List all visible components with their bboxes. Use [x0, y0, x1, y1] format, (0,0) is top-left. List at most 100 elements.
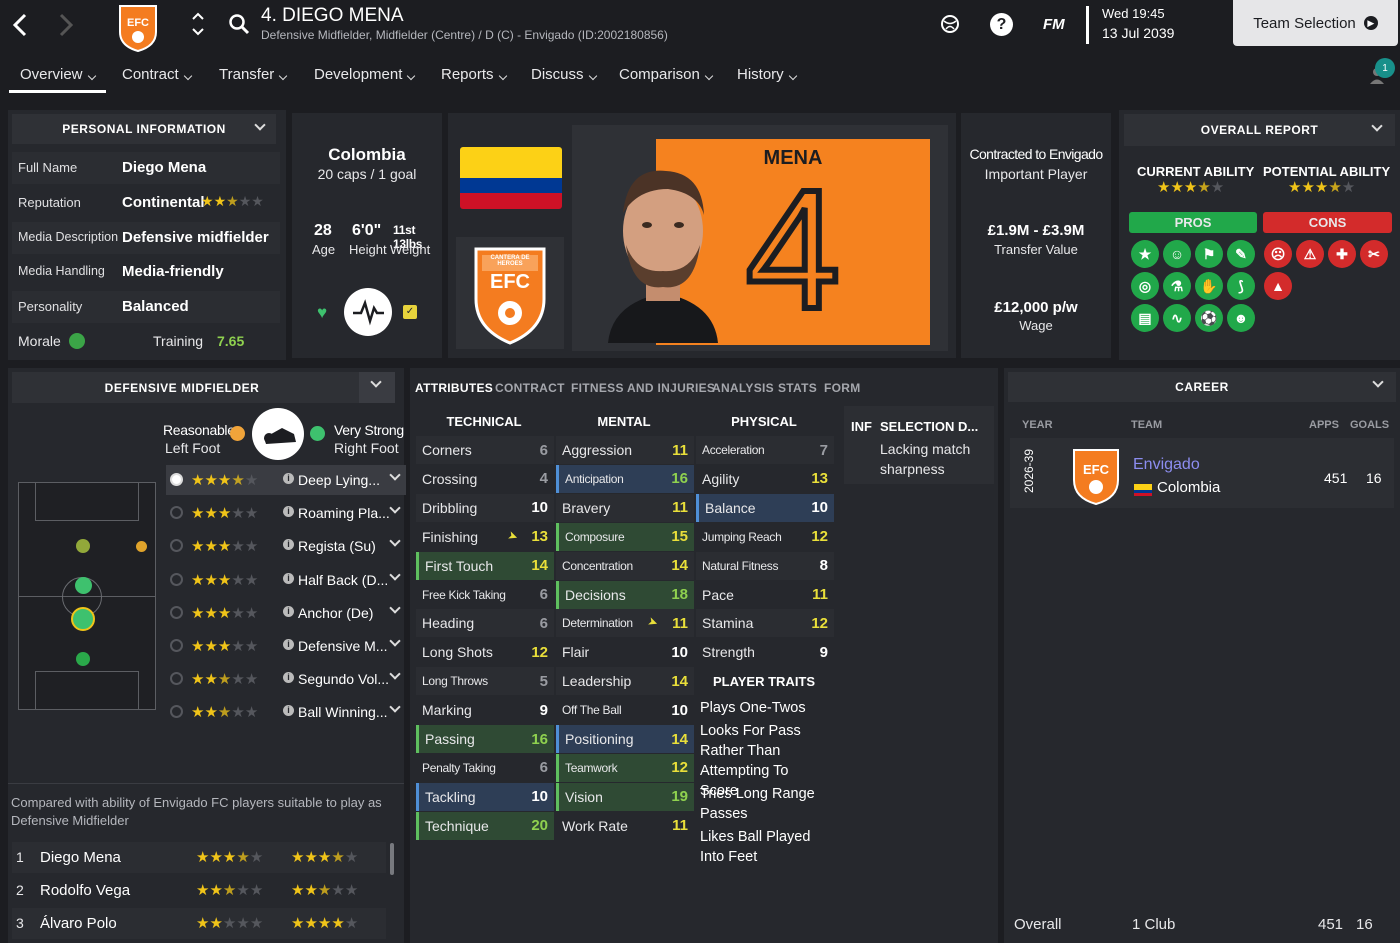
attribute-row[interactable]: Positioning 14 — [556, 725, 694, 753]
attribute-row[interactable]: Strength 9 — [696, 638, 834, 667]
attribute-row[interactable]: Tackling 10 — [416, 782, 554, 811]
shoe-icon[interactable]: ⚠ — [1296, 240, 1324, 268]
nav-tab-discuss[interactable]: Discuss — [531, 66, 597, 83]
info-icon[interactable]: i — [283, 473, 294, 484]
attribute-row[interactable]: Natural Fitness 8 — [696, 551, 834, 580]
head-icon[interactable]: ☻ — [1227, 304, 1255, 332]
nav-tab-history[interactable]: History — [737, 66, 797, 83]
flag-icon[interactable]: ⚑ — [1195, 240, 1223, 268]
role-row[interactable]: ★★★★★ i Roaming Pla... — [166, 498, 406, 528]
medical-cross-icon[interactable]: ✚ — [1328, 240, 1356, 268]
flask-icon[interactable]: ⚗ — [1163, 272, 1191, 300]
tab-attributes[interactable]: ATTRIBUTES — [415, 381, 493, 395]
team-selection-button[interactable]: Team Selection ▶ — [1233, 0, 1398, 46]
player-switch-icon[interactable] — [190, 10, 206, 38]
attribute-row[interactable]: Vision 19 — [556, 782, 694, 811]
attribute-row[interactable]: Agility 13 — [696, 464, 834, 493]
wave-icon[interactable]: ∿ — [1163, 304, 1191, 332]
info-icon[interactable]: i — [283, 672, 294, 684]
nav-tab-comparison[interactable]: Comparison — [619, 66, 714, 83]
tab-fitness-and-injuries[interactable]: FITNESS AND INJURIES — [571, 381, 715, 395]
info-icon[interactable]: i — [283, 639, 294, 650]
attribute-row[interactable]: Balance 10 — [696, 493, 834, 522]
attribute-row[interactable]: Aggression 11 — [556, 436, 694, 464]
info-icon[interactable]: i — [283, 506, 294, 518]
attribute-row[interactable]: Flair 10 — [556, 638, 694, 667]
role-radio[interactable] — [170, 672, 183, 686]
attribute-row[interactable]: Bravery 11 — [556, 493, 694, 522]
career-header[interactable]: CAREER — [1008, 372, 1396, 402]
notification-badge[interactable]: 1 — [1375, 58, 1395, 78]
attribute-row[interactable]: Penalty Taking 6 — [416, 753, 554, 782]
attribute-row[interactable]: Long Throws 5 — [416, 667, 554, 696]
role-row[interactable]: ★★★★★ i Segundo Vol... — [166, 664, 406, 694]
search-icon[interactable] — [228, 13, 250, 35]
compare-row[interactable]: 3 Álvaro Polo ★★★★★ ★★★★★ — [12, 908, 386, 939]
attribute-row[interactable]: Leadership 14 — [556, 667, 694, 696]
attribute-row[interactable]: Teamwork 12 — [556, 753, 694, 782]
target-icon[interactable]: ◎ — [1131, 272, 1159, 300]
role-radio[interactable] — [170, 506, 183, 520]
scrollbar[interactable] — [390, 843, 394, 875]
nation-country[interactable]: Colombia — [292, 145, 442, 165]
wrench-icon[interactable]: ✎ — [1227, 240, 1255, 268]
attribute-row[interactable]: Free Kick Taking 6 — [416, 580, 554, 609]
fm-logo[interactable]: FM — [1043, 16, 1065, 33]
role-radio[interactable] — [170, 539, 183, 553]
chevron-down-icon[interactable] — [389, 602, 401, 614]
chevron-down-icon[interactable] — [389, 701, 401, 714]
role-radio[interactable] — [170, 572, 183, 586]
info-icon[interactable]: i — [283, 539, 294, 551]
attribute-row[interactable]: Technique 20 — [416, 811, 554, 840]
cone-icon[interactable]: ▲ — [1264, 272, 1292, 300]
role-radio[interactable] — [170, 605, 183, 619]
whistle-icon[interactable]: ⟆ — [1227, 272, 1255, 300]
attribute-row[interactable]: Pace 11 — [696, 580, 834, 609]
role-row[interactable]: ★★★★★ i Defensive M... — [166, 631, 406, 661]
nav-tab-contract[interactable]: Contract — [122, 66, 192, 83]
scissors-icon[interactable]: ✂ — [1360, 240, 1388, 268]
attribute-row[interactable]: Dribbling 10 — [416, 493, 554, 522]
info-icon[interactable]: i — [283, 572, 294, 584]
chevron-down-icon[interactable] — [389, 668, 401, 680]
position-header[interactable]: DEFENSIVE MIDFIELDER — [12, 372, 395, 403]
clipboard-icon[interactable]: ▤ — [1131, 304, 1159, 332]
position-dropdown[interactable] — [359, 372, 395, 403]
career-team[interactable]: Envigado — [1133, 456, 1200, 474]
tab-stats[interactable]: STATS — [778, 381, 817, 395]
attribute-row[interactable]: Corners 6 — [416, 436, 554, 464]
star-icon[interactable]: ★ — [1131, 240, 1159, 268]
chevron-down-icon[interactable] — [389, 535, 401, 548]
role-radio[interactable] — [170, 705, 183, 719]
attribute-row[interactable]: Heading 6 — [416, 609, 554, 638]
attribute-row[interactable]: Long Shots 12 — [416, 638, 554, 667]
career-row[interactable]: 2026-39 EFC Envigado Colombia 451 16 — [1010, 438, 1394, 508]
forward-arrow-icon[interactable] — [56, 12, 76, 38]
chevron-down-icon[interactable] — [389, 469, 401, 481]
chevron-down-icon[interactable] — [389, 635, 401, 647]
attribute-row[interactable]: Passing 16 — [416, 725, 554, 753]
nav-tab-development[interactable]: Development — [314, 66, 416, 83]
help-icon[interactable]: ? — [990, 13, 1013, 36]
info-icon[interactable]: i — [283, 705, 294, 717]
role-row[interactable]: ★★★★★ i Ball Winning... — [166, 697, 406, 727]
attribute-row[interactable]: Composure 15 — [556, 522, 694, 551]
attribute-row[interactable]: Jumping Reach 12 — [696, 522, 834, 551]
back-arrow-icon[interactable] — [10, 12, 30, 38]
pulse-icon[interactable] — [344, 288, 392, 336]
chevron-down-icon[interactable] — [389, 568, 401, 581]
tab-form[interactable]: FORM — [824, 381, 861, 395]
brain-icon[interactable]: ☺ — [1163, 240, 1191, 268]
attribute-row[interactable]: Acceleration 7 — [696, 436, 834, 464]
tab-contract[interactable]: CONTRACT — [495, 381, 565, 395]
nav-tab-transfer[interactable]: Transfer — [219, 66, 288, 83]
boots-icon[interactable]: ⚽ — [1195, 304, 1223, 332]
attribute-row[interactable]: Crossing 4 — [416, 464, 554, 493]
role-row[interactable]: ★★★★★ i Regista (Su) — [166, 531, 406, 561]
attribute-row[interactable]: First Touch 14 — [416, 551, 554, 580]
handshake-icon[interactable]: ✋ — [1195, 272, 1223, 300]
attribute-row[interactable]: Decisions 18 — [556, 580, 694, 609]
globe-icon[interactable] — [940, 14, 960, 34]
role-row[interactable]: ★★★★★ i Half Back (D... — [166, 565, 406, 595]
info-icon[interactable]: i — [283, 605, 294, 617]
